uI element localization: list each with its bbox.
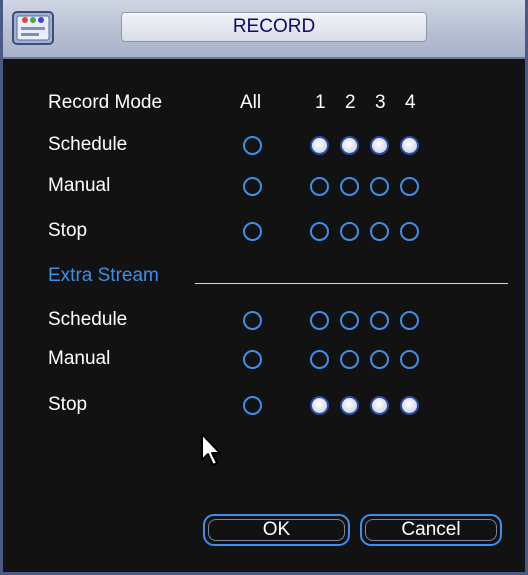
record-window: RECORD Record Mode All 1 2 3 4 Schedule M… <box>0 0 528 575</box>
main-stream-row-stop: Stop <box>48 217 508 245</box>
column-3-label: 3 <box>375 92 386 113</box>
main-stream-manual-channel-2-radio[interactable] <box>340 177 359 196</box>
column-2-label: 2 <box>345 92 356 113</box>
ok-button[interactable]: OK <box>203 514 350 546</box>
main-stream-schedule-channel-1-radio[interactable] <box>310 136 329 155</box>
column-all-label: All <box>240 92 262 113</box>
section-divider <box>195 283 508 284</box>
main-stream-manual-channel-3-radio[interactable] <box>370 177 389 196</box>
extra-stream-manual-channel-1-radio[interactable] <box>310 350 329 369</box>
main-stream-row-label: Schedule <box>48 134 128 155</box>
extra-stream-manual-channel-4-radio[interactable] <box>400 350 419 369</box>
extra-stream-row-stop: Stop <box>48 391 508 419</box>
main-stream-manual-all-radio[interactable] <box>243 177 262 196</box>
record-mode-header: Record Mode All 1 2 3 4 <box>48 89 508 117</box>
extra-stream-row-label: Stop <box>48 394 88 415</box>
column-1-label: 1 <box>315 92 326 113</box>
main-stream-row-label: Manual <box>48 175 111 196</box>
main-stream-stop-channel-1-radio[interactable] <box>310 222 329 241</box>
extra-stream-stop-all-radio[interactable] <box>243 396 262 415</box>
window-title: RECORD <box>121 12 427 42</box>
main-stream-stop-channel-4-radio[interactable] <box>400 222 419 241</box>
main-stream-schedule-channel-4-radio[interactable] <box>400 136 419 155</box>
extra-stream-row-schedule: Schedule <box>48 306 508 334</box>
main-stream-schedule-all-radio[interactable] <box>243 136 262 155</box>
title-bar: RECORD <box>3 0 525 59</box>
column-4-label: 4 <box>405 92 416 113</box>
mouse-pointer-icon <box>201 433 221 466</box>
main-stream-row-label: Stop <box>48 220 88 241</box>
extra-stream-row-label: Manual <box>48 348 111 369</box>
main-stream-schedule-channel-2-radio[interactable] <box>340 136 359 155</box>
extra-stream-stop-channel-2-radio[interactable] <box>340 396 359 415</box>
extra-stream-label: Extra Stream <box>48 265 159 286</box>
main-stream-schedule-channel-3-radio[interactable] <box>370 136 389 155</box>
record-mode-label: Record Mode <box>48 92 163 113</box>
extra-stream-row-manual: Manual <box>48 345 508 373</box>
record-app-icon <box>12 11 54 45</box>
extra-stream-stop-channel-1-radio[interactable] <box>310 396 329 415</box>
main-stream-row-schedule: Schedule <box>48 131 508 159</box>
extra-stream-stop-channel-3-radio[interactable] <box>370 396 389 415</box>
extra-stream-schedule-channel-2-radio[interactable] <box>340 311 359 330</box>
extra-stream-schedule-channel-1-radio[interactable] <box>310 311 329 330</box>
extra-stream-stop-channel-4-radio[interactable] <box>400 396 419 415</box>
main-stream-stop-channel-2-radio[interactable] <box>340 222 359 241</box>
cancel-button[interactable]: Cancel <box>360 514 502 546</box>
extra-stream-schedule-channel-3-radio[interactable] <box>370 311 389 330</box>
extra-stream-schedule-channel-4-radio[interactable] <box>400 311 419 330</box>
extra-stream-schedule-all-radio[interactable] <box>243 311 262 330</box>
main-stream-row-manual: Manual <box>48 172 508 200</box>
main-stream-manual-channel-4-radio[interactable] <box>400 177 419 196</box>
main-stream-manual-channel-1-radio[interactable] <box>310 177 329 196</box>
extra-stream-manual-all-radio[interactable] <box>243 350 262 369</box>
main-stream-stop-all-radio[interactable] <box>243 222 262 241</box>
extra-stream-manual-channel-3-radio[interactable] <box>370 350 389 369</box>
extra-stream-manual-channel-2-radio[interactable] <box>340 350 359 369</box>
extra-stream-row-label: Schedule <box>48 309 128 330</box>
main-stream-stop-channel-3-radio[interactable] <box>370 222 389 241</box>
